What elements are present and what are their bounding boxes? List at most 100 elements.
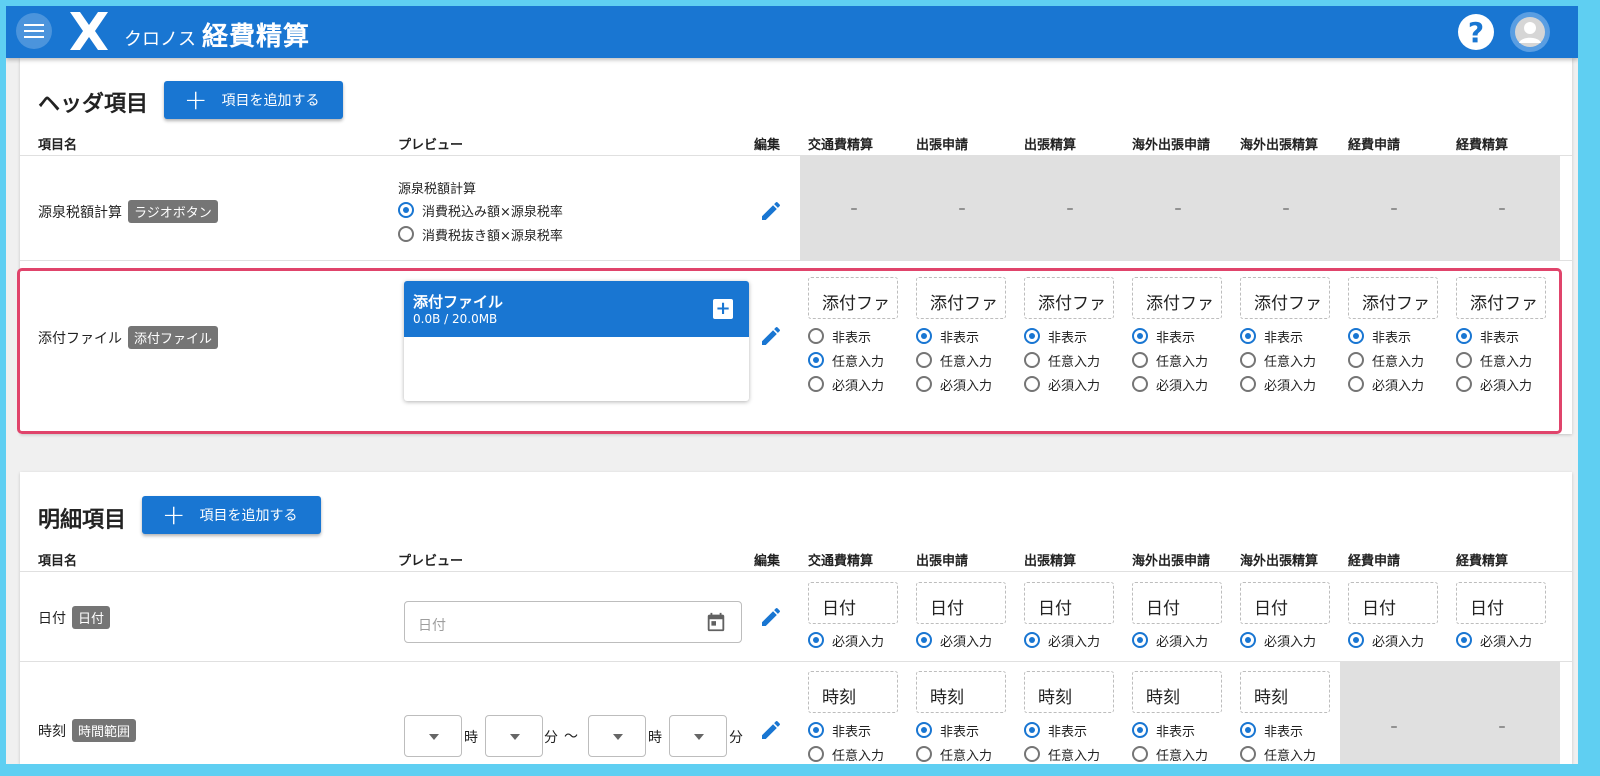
time-visibility-option-label: 非表示 [1156, 724, 1196, 740]
date-name-cell[interactable]: 日付 [916, 582, 1006, 624]
date-required-option[interactable]: 必須入力 [1132, 628, 1208, 652]
end-minute-select[interactable] [669, 715, 727, 757]
preview-option-2[interactable]: 消費税抜き額×源泉税率 [398, 222, 563, 246]
radio-icon [1024, 632, 1040, 648]
attachment-name-cell[interactable]: 添付ファ [808, 277, 898, 319]
time-name-cell[interactable]: 時刻 [916, 671, 1006, 713]
date-name-cell[interactable]: 日付 [1240, 582, 1330, 624]
start-hour-select[interactable] [404, 715, 462, 757]
edit-icon[interactable] [759, 324, 783, 348]
date-required-label: 必須入力 [940, 634, 993, 650]
disabled-cells [1340, 662, 1560, 764]
row-attachment-label: 添付ファイル 添付ファイル [38, 326, 219, 349]
time-visibility-option[interactable]: 非表示 [1132, 718, 1208, 742]
attachment-visibility-option[interactable]: 任意入力 [916, 348, 992, 372]
time-name-cell[interactable]: 時刻 [808, 671, 898, 713]
header-section-title: ヘッダ項目 [38, 92, 149, 117]
add-file-icon[interactable]: + [713, 299, 733, 319]
attachment-visibility-option[interactable]: 非表示 [1348, 324, 1424, 348]
col-preview: プレビュー [398, 138, 464, 153]
end-hour-select[interactable] [588, 715, 646, 757]
time-visibility-option[interactable]: 任意入力 [916, 742, 992, 764]
attachment-name-cell[interactable]: 添付ファ [1132, 277, 1222, 319]
time-visibility-option-label: 非表示 [1048, 724, 1088, 740]
header-add-item-button[interactable]: + 項目を追加する [164, 81, 343, 119]
edit-icon[interactable] [759, 199, 783, 223]
date-required-option[interactable]: 必須入力 [1240, 628, 1316, 652]
attachment-visibility-radio-group: 非表示 任意入力 必須入力 [1348, 324, 1424, 396]
attachment-name-cell[interactable]: 添付ファ [1024, 277, 1114, 319]
attachment-visibility-option[interactable]: 必須入力 [1456, 372, 1532, 396]
attachment-visibility-option[interactable]: 必須入力 [808, 372, 884, 396]
attachment-visibility-option[interactable]: 任意入力 [1456, 348, 1532, 372]
attachment-visibility-option[interactable]: 任意入力 [1348, 348, 1424, 372]
attachment-visibility-option[interactable]: 非表示 [1132, 324, 1208, 348]
menu-button[interactable] [16, 13, 52, 49]
help-icon[interactable]: ? [1458, 14, 1494, 50]
attachment-visibility-radio-group: 非表示 任意入力 必須入力 [916, 324, 992, 396]
account-icon[interactable] [1510, 12, 1550, 52]
time-visibility-option[interactable]: 非表示 [1240, 718, 1316, 742]
time-visibility-option-label: 任意入力 [832, 748, 885, 764]
radio-icon [916, 328, 932, 344]
time-visibility-option[interactable]: 任意入力 [1024, 742, 1100, 764]
date-required-option[interactable]: 必須入力 [1456, 628, 1532, 652]
date-required-option[interactable]: 必須入力 [1024, 628, 1100, 652]
attachment-visibility-option-label: 非表示 [1480, 330, 1520, 346]
date-name-cell[interactable]: 日付 [1024, 582, 1114, 624]
date-required-option[interactable]: 必須入力 [1348, 628, 1424, 652]
time-visibility-option[interactable]: 非表示 [1024, 718, 1100, 742]
preview-title: 源泉税額計算 [398, 182, 477, 197]
attachment-visibility-option[interactable]: 任意入力 [1024, 348, 1100, 372]
attachment-visibility-option[interactable]: 任意入力 [1240, 348, 1316, 372]
attachment-title: 添付ファイル [413, 293, 504, 311]
cell-dash: – [1390, 719, 1398, 735]
attachment-visibility-option[interactable]: 必須入力 [1132, 372, 1208, 396]
radio-icon [916, 746, 932, 762]
start-minute-select[interactable] [485, 715, 543, 757]
detail-add-item-button[interactable]: + 項目を追加する [142, 496, 321, 534]
attachment-visibility-option[interactable]: 非表示 [1024, 324, 1100, 348]
time-visibility-option[interactable]: 非表示 [808, 718, 884, 742]
attachment-name-cell[interactable]: 添付ファ [916, 277, 1006, 319]
attachment-visibility-option[interactable]: 必須入力 [1240, 372, 1316, 396]
date-name-cell[interactable]: 日付 [1132, 582, 1222, 624]
attachment-visibility-option[interactable]: 非表示 [916, 324, 992, 348]
calendar-icon[interactable] [705, 611, 727, 633]
time-visibility-option[interactable]: 任意入力 [808, 742, 884, 764]
time-visibility-option[interactable]: 任意入力 [1240, 742, 1316, 764]
attachment-name-cell[interactable]: 添付ファ [1456, 277, 1546, 319]
attachment-visibility-option[interactable]: 任意入力 [808, 348, 884, 372]
date-preview-input[interactable]: 日付 [404, 601, 742, 643]
col-overseas-settlement: 海外出張精算 [1240, 138, 1319, 153]
time-name-cell[interactable]: 時刻 [1024, 671, 1114, 713]
radio-icon [398, 226, 414, 242]
time-name-cell[interactable]: 時刻 [1132, 671, 1222, 713]
attachment-visibility-option[interactable]: 非表示 [1456, 324, 1532, 348]
attachment-visibility-option[interactable]: 必須入力 [916, 372, 992, 396]
attachment-visibility-option[interactable]: 任意入力 [1132, 348, 1208, 372]
time-name-cell[interactable]: 時刻 [1240, 671, 1330, 713]
attachment-visibility-option[interactable]: 必須入力 [1024, 372, 1100, 396]
attachment-visibility-option[interactable]: 非表示 [1240, 324, 1316, 348]
attachment-visibility-option-label: 必須入力 [1480, 378, 1533, 394]
attachment-visibility-option[interactable]: 非表示 [808, 324, 884, 348]
attachment-name-cell[interactable]: 添付ファ [1240, 277, 1330, 319]
date-name-cell[interactable]: 日付 [1348, 582, 1438, 624]
date-required-option[interactable]: 必須入力 [916, 628, 992, 652]
preview-option-1[interactable]: 消費税込み額×源泉税率 [398, 198, 563, 222]
attachment-preview: 添付ファイル 0.0B / 20.0MB + [404, 281, 749, 401]
attachment-visibility-option[interactable]: 必須入力 [1348, 372, 1424, 396]
edit-icon[interactable] [759, 718, 783, 742]
time-visibility-option[interactable]: 任意入力 [1132, 742, 1208, 764]
attachment-visibility-option-label: 必須入力 [832, 378, 885, 394]
date-required-option[interactable]: 必須入力 [808, 628, 884, 652]
time-visibility-option-label: 任意入力 [940, 748, 993, 764]
edit-icon[interactable] [759, 605, 783, 629]
time-visibility-radio-group: 非表示任意入力 [1024, 718, 1100, 764]
date-name-cell[interactable]: 日付 [1456, 582, 1546, 624]
attachment-name-cell[interactable]: 添付ファ [1348, 277, 1438, 319]
time-visibility-option[interactable]: 非表示 [916, 718, 992, 742]
col-preview: プレビュー [398, 554, 464, 569]
date-name-cell[interactable]: 日付 [808, 582, 898, 624]
